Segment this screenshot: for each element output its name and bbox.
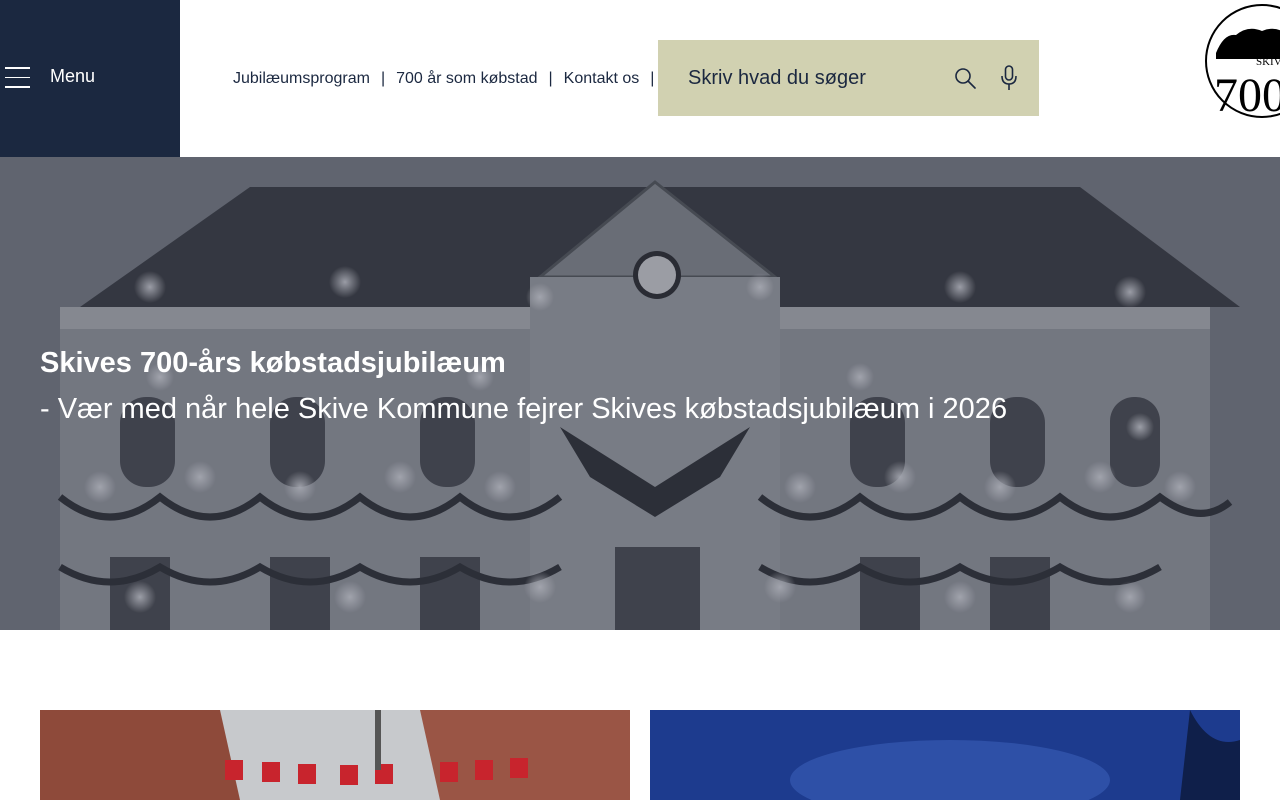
nav-link-700-aar[interactable]: 700 år som købstad xyxy=(396,70,537,88)
flags-street-image xyxy=(40,710,630,800)
skive-700-logo[interactable]: SKIVE 700 xyxy=(1204,3,1280,119)
night-scene-image xyxy=(650,710,1240,800)
logo-number: 700 xyxy=(1214,69,1280,119)
search-box xyxy=(658,40,1039,116)
logo-text: SKIVE xyxy=(1256,56,1280,68)
nav-link-jubilaeumsprogram[interactable]: Jubilæumsprogram xyxy=(233,70,370,88)
nav-separator: | xyxy=(380,70,386,87)
nav-link-kontakt[interactable]: Kontakt os xyxy=(564,70,640,88)
hero-banner: Skives 700-års købstadsjubilæum - Vær me… xyxy=(0,157,1280,630)
card-night-scene[interactable] xyxy=(650,710,1240,800)
hamburger-icon xyxy=(5,67,30,88)
hero-subtitle: - Vær med når hele Skive Kommune fejrer … xyxy=(40,393,1008,425)
menu-label: Menu xyxy=(50,66,96,86)
top-navigation: Jubilæumsprogram | 700 år som købstad | … xyxy=(233,70,665,88)
card-flags-street[interactable] xyxy=(40,710,630,800)
nav-separator: | xyxy=(650,70,655,87)
site-header: Menu Jubilæumsprogram | 700 år som købst… xyxy=(0,0,1280,157)
search-input[interactable] xyxy=(688,40,938,116)
hero-title: Skives 700-års købstadsjubilæum xyxy=(40,347,506,379)
search-icon[interactable] xyxy=(954,67,976,89)
menu-button[interactable]: Menu xyxy=(0,0,180,157)
nav-separator: | xyxy=(548,70,553,87)
microphone-icon[interactable] xyxy=(1000,65,1018,91)
